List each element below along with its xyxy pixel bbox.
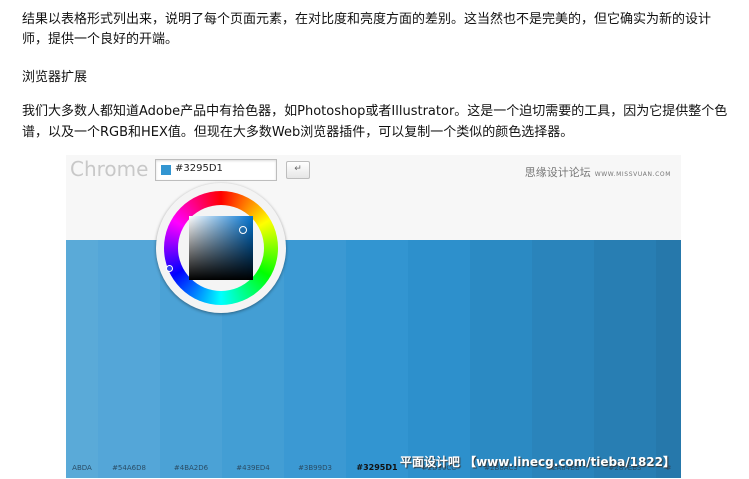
color-swatch[interactable]: #2B8AC3 — [470, 240, 532, 478]
hex-input[interactable]: #3295D1 — [155, 159, 277, 181]
article-page: 结果以表格形式列出来，说明了每个页面元素，在对比度和亮度方面的差别。这当然也不是… — [0, 0, 749, 479]
body-paragraph: 我们大多数人都知道Adobe产品中有拾色器，如Photoshop或者Illust… — [22, 104, 728, 140]
swatch-hex-label: #439ED4 — [236, 464, 270, 472]
intro-paragraph: 结果以表格形式列出来，说明了每个页面元素，在对比度和亮度方面的差别。这当然也不是… — [22, 12, 712, 47]
color-swatch[interactable]: #54A6D8 — [98, 240, 160, 478]
color-swatch[interactable]: ABDA — [66, 240, 98, 478]
site-credit-en: WWW.MISSVUAN.COM — [594, 171, 671, 178]
sv-handle-icon[interactable] — [239, 226, 247, 234]
hex-value: #3295D1 — [175, 163, 223, 174]
swatch-hex-label: #3295D1 — [356, 463, 398, 472]
color-swatch[interactable]: #2D90CC — [408, 240, 470, 478]
hue-handle-icon[interactable] — [166, 265, 173, 272]
watermark-text: 平面设计吧 【www.linecg.com/tieba/1822】 — [399, 455, 675, 469]
swatch-hex-label: #54A6D8 — [112, 464, 146, 472]
current-color-swatch — [161, 165, 171, 175]
site-credit: 思缘设计论坛 WWW.MISSVUAN.COM — [525, 164, 671, 180]
color-swatch-strip: ABDA #54A6D8 #4BA2D6 #439ED4 #3B99D3 #3295D1 #… — [66, 232, 681, 478]
color-swatch[interactable]: #3295D1 — [346, 232, 408, 478]
swatch-hex-label: ABDA — [72, 464, 92, 472]
site-credit-cn: 思缘设计论坛 — [524, 166, 591, 179]
section-heading: 浏览器扩展 — [22, 70, 88, 85]
chrome-colorpicker-screenshot: ABDA #54A6D8 #4BA2D6 #439ED4 #3B99D3 #3295D1 #… — [66, 155, 681, 478]
swatch-hex-label: #3B99D3 — [298, 464, 332, 472]
apply-button[interactable]: ↵ — [286, 161, 310, 179]
color-swatch[interactable]: # — [656, 240, 681, 478]
color-swatch[interactable]: #287EB3 — [594, 240, 656, 478]
color-swatch[interactable]: #3B99D3 — [284, 240, 346, 478]
chrome-logo-text: Chrome — [70, 157, 149, 181]
color-swatch[interactable]: #2A84BB — [532, 240, 594, 478]
color-wheel-picker[interactable] — [156, 183, 286, 313]
swatch-hex-label: #4BA2D6 — [173, 464, 209, 472]
